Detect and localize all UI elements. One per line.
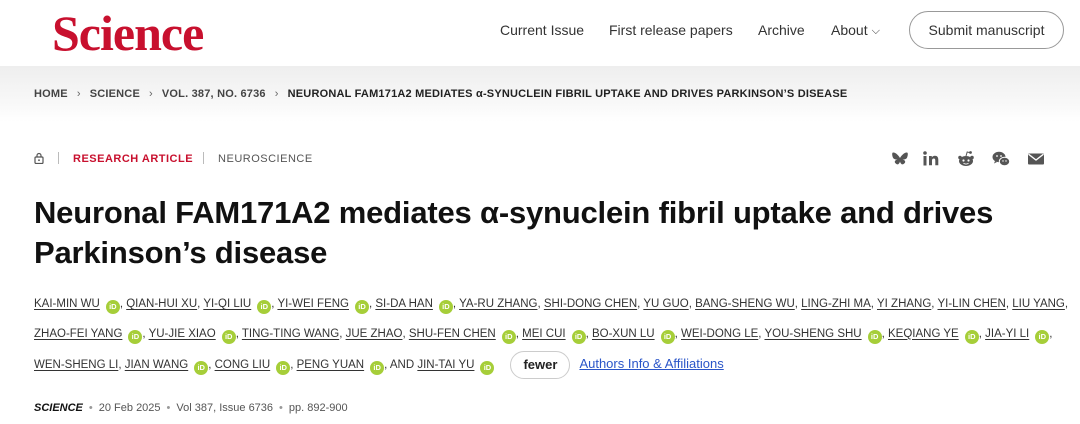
author-name[interactable]: YI-WEI FENG xyxy=(277,298,349,310)
orcid-icon[interactable]: iD xyxy=(501,329,516,344)
nav-about-label: About xyxy=(831,22,868,38)
reddit-icon[interactable] xyxy=(956,149,976,169)
citation-date: 20 Feb 2025 xyxy=(98,402,161,414)
author-name[interactable]: TING-TING WANG xyxy=(242,328,339,340)
orcid-icon[interactable]: iD xyxy=(867,329,882,344)
author-list: KAI-MIN WU iD, QIAN-HUI XU, YI-QI LIU iD, … xyxy=(34,290,1074,381)
author-name[interactable]: CONG LIU xyxy=(215,359,271,371)
author-name[interactable]: YU GUO xyxy=(643,298,688,310)
author-name[interactable]: BANG-SHENG WU xyxy=(695,298,795,310)
citation-journal: SCIENCE xyxy=(34,402,83,414)
authors-info-affiliations-link[interactable]: Authors Info & Affiliations xyxy=(579,356,723,371)
author-name[interactable]: YU-JIE XIAO xyxy=(149,328,216,340)
orcid-icon[interactable]: iD xyxy=(1035,329,1050,344)
article-title: Neuronal FAM171A2 mediates α-synuclein f… xyxy=(34,195,994,270)
author-and-text: , AND xyxy=(384,359,418,371)
chevron-right-icon: › xyxy=(149,88,153,100)
author-name[interactable]: ZHAO-FEI YANG xyxy=(34,328,122,340)
author-name[interactable]: KAI-MIN WU xyxy=(34,298,100,310)
chevron-right-icon: › xyxy=(274,88,279,100)
separator: • xyxy=(279,402,283,414)
orcid-icon[interactable]: iD xyxy=(194,361,209,375)
breadcrumb: HOME › SCIENCE › VOL. 387, NO. 6736 › NEURONAL… xyxy=(34,88,847,100)
site-header: Science Current Issue First release pape… xyxy=(0,0,1080,66)
orcid-icon[interactable]: iD xyxy=(221,329,236,344)
submit-manuscript-button[interactable]: Submit manuscript xyxy=(909,11,1064,49)
author-name[interactable]: YI-LIN CHEN xyxy=(937,298,1005,310)
author-name[interactable]: YOU-SHENG SHU xyxy=(764,328,861,340)
nav-first-release-papers[interactable]: First release papers xyxy=(609,22,733,38)
author-name[interactable]: MEI CUI xyxy=(522,328,565,340)
author-name[interactable]: JUE ZHAO xyxy=(346,328,403,340)
author-name[interactable]: YI-QI LIU xyxy=(203,298,251,310)
citation-volume-issue[interactable]: Vol 387, Issue 6736 xyxy=(176,402,273,414)
linkedin-icon[interactable] xyxy=(921,149,941,169)
author-name[interactable]: PENG YUAN xyxy=(297,359,365,371)
breadcrumb-home[interactable]: HOME xyxy=(34,88,68,100)
fewer-authors-button[interactable]: fewer xyxy=(510,350,571,379)
orcid-icon[interactable]: iD xyxy=(370,361,385,375)
orcid-icon[interactable]: iD xyxy=(105,300,120,314)
breadcrumb-science[interactable]: SCIENCE xyxy=(90,88,140,100)
orcid-icon[interactable]: iD xyxy=(276,361,291,375)
divider xyxy=(203,152,205,164)
orcid-icon[interactable]: iD xyxy=(257,300,272,314)
separator: • xyxy=(88,402,93,414)
author-name[interactable]: WEN-SHENG LI xyxy=(34,359,118,371)
chevron-down-icon: ⌵ xyxy=(871,25,880,37)
author-name[interactable]: SHI-DONG CHEN xyxy=(544,298,637,310)
orcid-icon[interactable]: iD xyxy=(571,329,586,344)
orcid-icon[interactable]: iD xyxy=(355,300,369,314)
author-name[interactable]: SHU-FEN CHEN xyxy=(409,328,496,340)
orcid-icon[interactable]: iD xyxy=(964,329,979,344)
author-name[interactable]: YA-RU ZHANG xyxy=(459,298,537,310)
science-logo[interactable]: Science xyxy=(52,4,204,62)
author-name[interactable]: JIAN WANG xyxy=(125,359,188,371)
chevron-right-icon: › xyxy=(76,88,81,100)
nav-about[interactable]: About ⌵ xyxy=(831,22,880,39)
author-name[interactable]: JIA-YI LI xyxy=(985,328,1029,340)
breadcrumb-current: NEURONAL FAM171A2 MEDIATES α-SYNUCLEIN F… xyxy=(287,88,848,100)
wechat-icon[interactable] xyxy=(991,149,1011,169)
author-name[interactable]: LING-ZHI MA xyxy=(801,298,871,310)
author-name[interactable]: SI-DA HAN xyxy=(375,298,433,310)
orcid-icon[interactable]: iD xyxy=(480,361,495,375)
author-name[interactable]: BO-XUN LU xyxy=(592,328,655,340)
orcid-icon[interactable]: iD xyxy=(438,300,453,314)
citation-pages: pp. 892-900 xyxy=(288,402,348,414)
author-name[interactable]: KEQIANG YE xyxy=(888,328,959,340)
separator: • xyxy=(166,402,171,414)
author-name[interactable]: JIN-TAI YU xyxy=(417,359,474,371)
author-name[interactable]: WEI-DONG LE xyxy=(681,328,758,340)
author-name[interactable]: QIAN-HUI XU xyxy=(126,298,197,310)
email-icon[interactable] xyxy=(1026,149,1046,169)
breadcrumb-volume[interactable]: VOL. 387, NO. 6736 xyxy=(162,88,266,100)
bluesky-icon[interactable] xyxy=(890,149,910,169)
citation-line: SCIENCE • 20 Feb 2025 • Vol 387, Issue 6736 •… xyxy=(34,402,348,414)
nav-current-issue[interactable]: Current Issue xyxy=(500,22,584,38)
divider xyxy=(58,152,59,164)
author-name[interactable]: LIU YANG xyxy=(1012,298,1065,310)
orcid-icon[interactable]: iD xyxy=(660,329,675,344)
orcid-icon[interactable]: iD xyxy=(128,329,143,344)
author-name[interactable]: YI ZHANG xyxy=(877,298,931,310)
lock-icon xyxy=(34,152,44,164)
article-type-label[interactable]: RESEARCH ARTICLE xyxy=(73,153,193,165)
nav-archive[interactable]: Archive xyxy=(758,22,805,38)
article-meta: RESEARCH ARTICLE NEUROSCIENCE xyxy=(34,152,313,165)
article-subject-label[interactable]: NEUROSCIENCE xyxy=(218,153,313,165)
